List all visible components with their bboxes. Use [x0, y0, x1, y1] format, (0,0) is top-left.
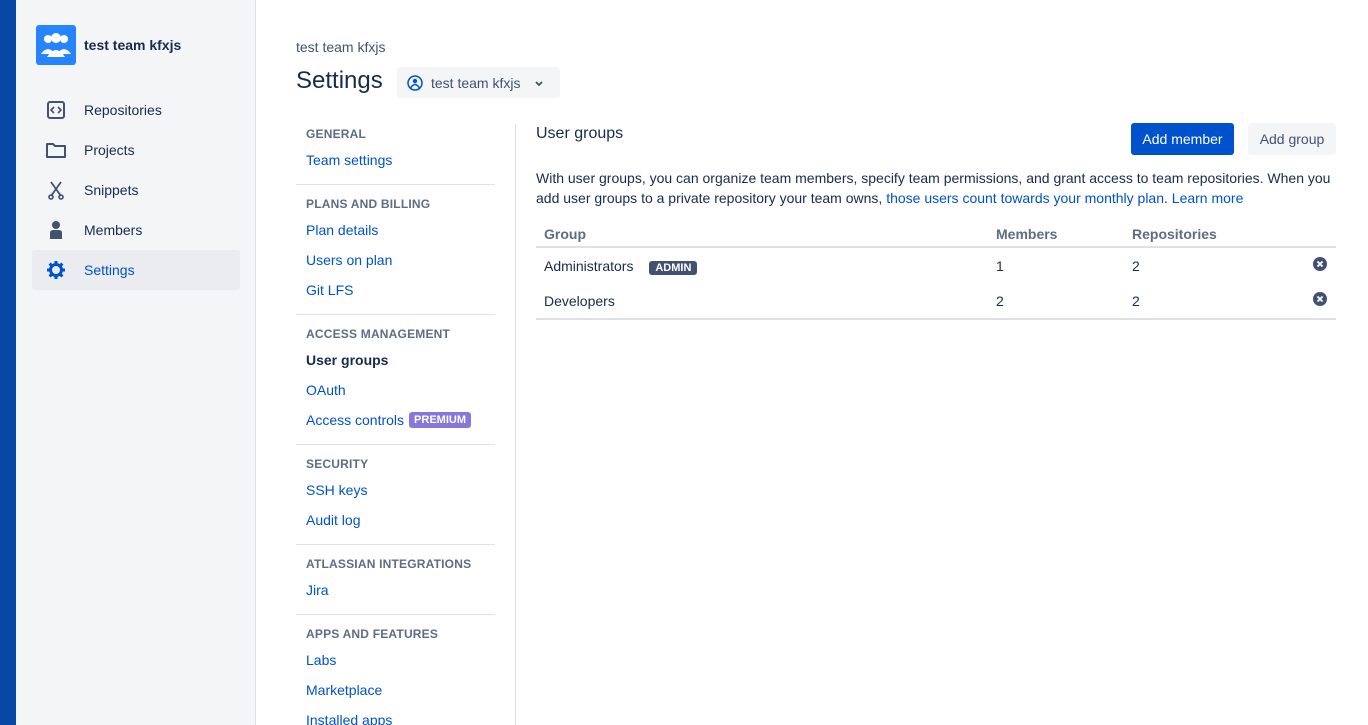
premium-badge: PREMIUM: [409, 412, 471, 428]
chevron-down-icon: [534, 75, 544, 91]
gear-icon: [44, 258, 68, 282]
subnav-section-security: SECURITY SSH keys Audit log: [296, 454, 495, 545]
subnav-link-marketplace[interactable]: Marketplace: [306, 675, 495, 705]
subnav-link-audit-log[interactable]: Audit log: [306, 505, 495, 535]
add-member-button[interactable]: Add member: [1131, 123, 1234, 155]
global-nav-rail: [0, 0, 16, 725]
repository-icon: [44, 98, 68, 122]
subnav-link-installed-apps[interactable]: Installed apps: [306, 705, 495, 725]
remove-icon[interactable]: [1312, 291, 1328, 307]
members-cell: 2: [988, 283, 1124, 320]
breadcrumb[interactable]: test team kfxjs: [296, 39, 385, 55]
sidebar-item-label: Settings: [84, 262, 135, 278]
subnav-heading: ATLASSIAN INTEGRATIONS: [306, 557, 472, 571]
learn-more-link[interactable]: Learn more: [1172, 190, 1244, 206]
members-cell: 1: [996, 257, 1004, 274]
group-name: Developers: [544, 292, 615, 309]
group-cell: Developers: [536, 283, 988, 320]
repositories-cell: 2: [1132, 257, 1140, 274]
subnav-section-access: ACCESS MANAGEMENT User groups OAuth Acce…: [296, 324, 495, 445]
team-selector[interactable]: test team kfxjs: [397, 67, 560, 98]
subnav-section-general: GENERAL Team settings: [296, 124, 495, 185]
scissors-icon: [44, 178, 68, 202]
sidebar-item-label: Members: [84, 222, 143, 238]
subnav-heading: SECURITY: [306, 457, 369, 471]
subnav-section-plans: PLANS AND BILLING Plan details Users on …: [296, 194, 495, 315]
subnav-link-labs[interactable]: Labs: [306, 645, 495, 675]
subnav-section-integrations: ATLASSIAN INTEGRATIONS Jira: [296, 554, 495, 615]
subnav-heading: ACCESS MANAGEMENT: [306, 327, 451, 341]
column-header-group: Group: [536, 222, 988, 248]
subnav-link-ssh-keys[interactable]: SSH keys: [306, 475, 495, 505]
group-name: Administrators: [544, 257, 634, 274]
sidebar-item-label: Projects: [84, 142, 135, 158]
page-title: Settings: [296, 67, 383, 94]
subnav-section-apps: APPS AND FEATURES Labs Marketplace Insta…: [296, 624, 495, 725]
group-cell: Administrators ADMIN: [536, 247, 988, 283]
settings-subnav: GENERAL Team settings PLANS AND BILLING …: [296, 124, 495, 725]
repositories-cell: 2: [1124, 283, 1296, 320]
table-row[interactable]: Developers 2 2: [536, 283, 1336, 320]
table-header-row: Group Members Repositories: [536, 222, 1336, 248]
column-header-repositories: Repositories: [1124, 222, 1296, 248]
subnav-link-label: Access controls: [306, 412, 405, 428]
subnav-link-access-controls[interactable]: Access controls PREMIUM: [306, 405, 495, 435]
sidebar-item-label: Snippets: [84, 182, 139, 198]
add-group-button[interactable]: Add group: [1248, 123, 1336, 155]
sidebar-item-settings[interactable]: Settings: [32, 250, 240, 290]
team-selector-icon: [407, 74, 423, 91]
sidebar-nav: Repositories Projects Snippets Members S…: [32, 90, 240, 290]
team-header[interactable]: test team kfxjs: [36, 25, 181, 65]
subnav-heading: GENERAL: [306, 127, 367, 141]
subnav-link-users-on-plan[interactable]: Users on plan: [306, 245, 495, 275]
remove-icon[interactable]: [1312, 256, 1328, 272]
vertical-divider: [515, 124, 516, 725]
sidebar-item-projects[interactable]: Projects: [32, 130, 240, 170]
monthly-plan-link[interactable]: those users count towards your monthly p…: [886, 190, 1164, 206]
folder-icon: [44, 138, 68, 162]
sidebar-item-repositories[interactable]: Repositories: [32, 90, 240, 130]
subnav-link-plan-details[interactable]: Plan details: [306, 215, 495, 245]
subnav-link-oauth[interactable]: OAuth: [306, 375, 495, 405]
column-header-members: Members: [988, 222, 1124, 248]
actions-cell: [1296, 283, 1336, 320]
subnav-link-jira[interactable]: Jira: [306, 575, 495, 605]
sidebar-item-members[interactable]: Members: [32, 210, 240, 250]
sidebar-item-label: Repositories: [84, 102, 162, 118]
description-text: .: [1164, 190, 1172, 206]
actions-cell: [1296, 247, 1336, 283]
sidebar-item-snippets[interactable]: Snippets: [32, 170, 240, 210]
team-avatar-icon: [36, 25, 76, 65]
sidebar: test team kfxjs Repositories Projects Sn…: [16, 0, 256, 725]
subnav-heading: PLANS AND BILLING: [306, 197, 431, 211]
description: With user groups, you can organize team …: [536, 168, 1336, 208]
subnav-link-git-lfs[interactable]: Git LFS: [306, 275, 495, 305]
team-selector-label: test team kfxjs: [431, 74, 521, 91]
subnav-link-team-settings[interactable]: Team settings: [306, 145, 495, 175]
team-name: test team kfxjs: [84, 37, 182, 53]
table-row[interactable]: Administrators ADMIN 1 2: [536, 247, 1336, 283]
subnav-link-user-groups[interactable]: User groups: [306, 345, 495, 375]
person-icon: [44, 218, 68, 242]
column-header-actions: [1296, 222, 1336, 248]
admin-badge: ADMIN: [649, 260, 698, 275]
section-title: User groups: [536, 125, 624, 142]
subnav-heading: APPS AND FEATURES: [306, 627, 439, 641]
user-groups-table: Group Members Repositories Administrator…: [536, 222, 1336, 320]
